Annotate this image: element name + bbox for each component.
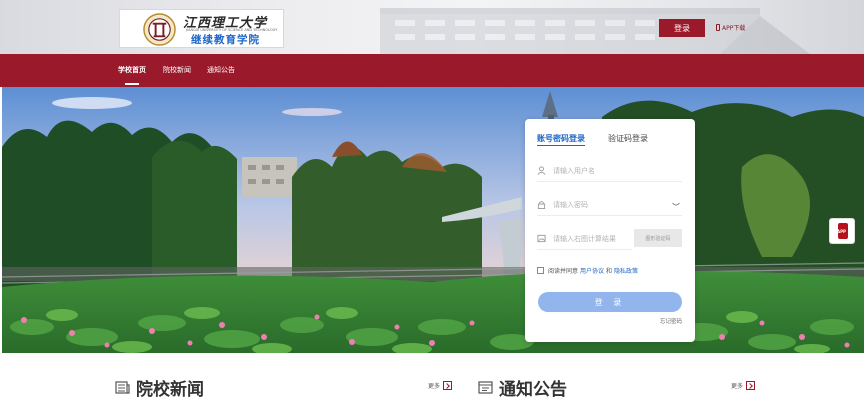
campus-lotus-pond-image [2,87,864,353]
news-more-label: 更多 [428,383,441,390]
agreement-row: 阅读并同意 用户协议 和 隐私政策 [537,266,638,275]
agree-checkbox[interactable] [537,267,544,274]
page: 江西理工大学 JIANGXI UNIVERSITY OF SCIENCE AND… [0,0,864,404]
username-input[interactable] [553,166,648,175]
login-card: 账号密码登录 验证码登录 图形验证码 [525,119,695,342]
agree-and: 和 [606,268,613,275]
app-float-button[interactable]: APP [829,218,855,244]
app-download-label: APP下载 [722,25,746,32]
forgot-password-link[interactable]: 忘记密码 [660,317,682,325]
university-emblem-icon [143,13,176,46]
site-header: 江西理工大学 JIANGXI UNIVERSITY OF SCIENCE AND… [0,0,864,54]
password-field-row [537,194,682,216]
app-download-link[interactable]: APP下载 [716,23,745,32]
tab-account-password-login[interactable]: 账号密码登录 [537,133,585,146]
image-icon [537,234,546,243]
nav-item-notices[interactable]: 通知公告 [207,54,235,87]
tab-verification-code-login[interactable]: 验证码登录 [608,133,648,144]
chevron-right-icon [746,381,756,390]
header-login-button[interactable]: 登录 [659,19,705,37]
nav-item-school-home[interactable]: 学校首页 [118,54,146,87]
hero-banner [2,87,864,353]
news-title-text: 院校新闻 [136,380,204,400]
chevron-right-icon [443,381,453,390]
newspaper-icon [115,381,130,394]
privacy-policy-link[interactable]: 隐私政策 [614,266,638,275]
user-agreement-link[interactable]: 用户协议 [580,266,604,275]
captcha-image[interactable]: 图形验证码 [634,229,682,247]
eye-closed-icon[interactable] [672,202,680,207]
password-input[interactable] [553,200,648,209]
campus-building-backdrop [380,8,810,54]
news-more-link[interactable]: 更多 [428,381,453,390]
notice-icon [478,381,493,394]
user-icon [537,166,546,175]
notice-more-link[interactable]: 更多 [731,381,756,390]
login-submit-button[interactable]: 登 录 [538,292,682,312]
main-nav: 学校首页 院校新闻 通知公告 [0,54,864,87]
notice-section-title: 通知公告 [478,375,567,400]
captcha-field-row [537,228,648,250]
phone-icon [716,24,720,31]
agree-prefix: 阅读并同意 [548,268,579,275]
college-name: 继续教育学院 [191,34,260,46]
lock-icon [537,201,546,209]
university-logo[interactable]: 江西理工大学 JIANGXI UNIVERSITY OF SCIENCE AND… [119,9,284,48]
username-field-row [537,160,682,182]
notice-title-text: 通知公告 [499,380,567,400]
nav-item-college-news[interactable]: 院校新闻 [163,54,191,87]
app-float-label: APP [837,229,846,234]
notice-more-label: 更多 [731,383,744,390]
news-section-title: 院校新闻 [115,375,204,400]
